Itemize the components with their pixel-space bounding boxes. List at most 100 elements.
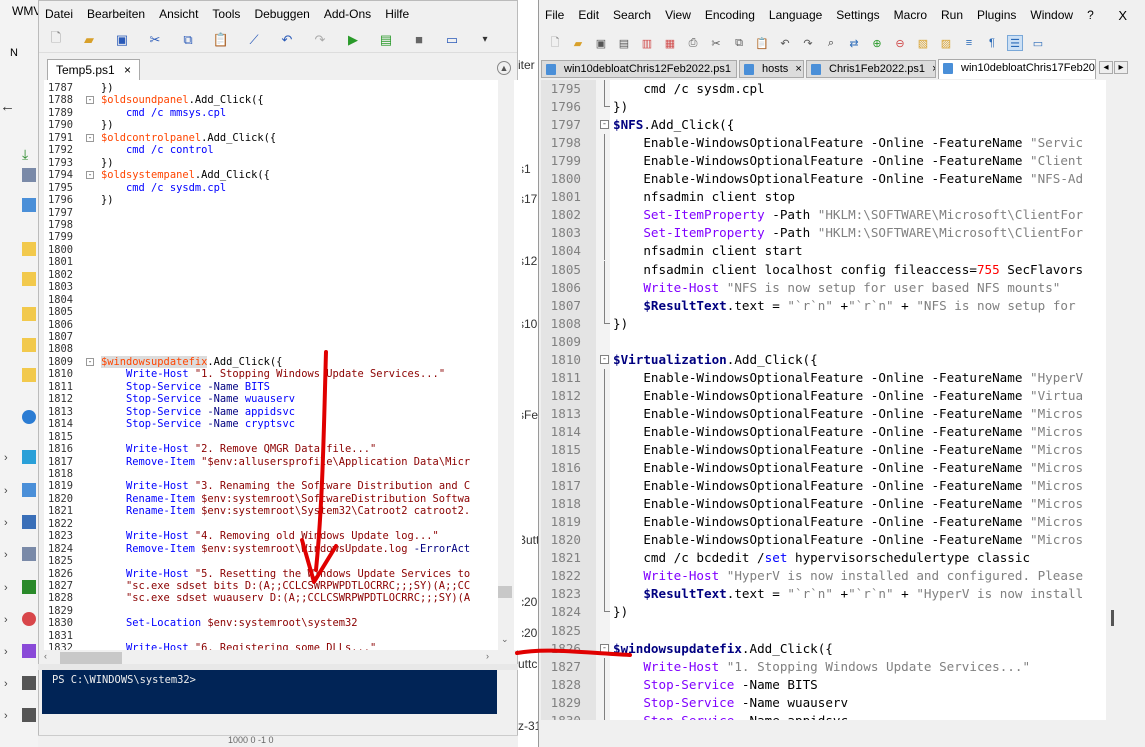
chevron-right-icon[interactable]: › (4, 614, 8, 626)
npp-code-editor[interactable]: 1795 cmd /c sysdm.cpl 1796}) 1797- $NFS.Add… (541, 80, 1106, 720)
sync-vertical-icon[interactable]: ▧ (915, 35, 931, 51)
npp-code-line[interactable]: 1798 Enable-WindowsOptionalFeature -Onli… (541, 134, 1106, 153)
collapse-region-icon[interactable]: - (86, 96, 94, 105)
ise-console[interactable]: PS C:\WINDOWS\system32> (42, 670, 497, 714)
find-icon[interactable]: ⌕ (823, 35, 839, 51)
folder-icon[interactable] (22, 338, 36, 352)
ise-code-line[interactable]: 1791 - $oldcontrolpanel.Add_Click({ (44, 132, 498, 144)
ise-code-line[interactable]: 1813 Stop-Service -Name appidsvc (44, 406, 498, 418)
npp-code-line[interactable]: 1828 Stop-Service -Name BITS (541, 675, 1106, 694)
folder-icon[interactable] (22, 242, 36, 256)
npp-code-line[interactable]: 1830 Stop-Service -Name appidsvc (541, 711, 1106, 720)
ise-code-line[interactable]: 1823 Write-Host "4. Removing old Windows… (44, 530, 498, 542)
menu-ansicht[interactable]: Ansicht (159, 7, 198, 21)
console-scrollbar[interactable] (497, 670, 517, 714)
ise-code-line[interactable]: 1812 Stop-Service -Name wuauserv (44, 393, 498, 405)
npp-code-line[interactable]: 1801 nfsadmin client stop (541, 188, 1106, 207)
print-icon[interactable]: ⎙ (685, 35, 701, 51)
chevron-right-icon[interactable]: › (4, 485, 8, 497)
menu-add-ons[interactable]: Add-Ons (324, 7, 371, 21)
menu-file[interactable]: File (545, 8, 564, 22)
ise-code-line[interactable]: 1789 cmd /c mmsys.cpl (44, 107, 498, 119)
new-file-icon[interactable]: 🗋 (47, 30, 65, 48)
npp-code-line[interactable]: 1797 - $NFS.Add_Click({ (541, 116, 1106, 134)
ise-code-line[interactable]: 1831 (44, 630, 498, 642)
chevron-right-icon[interactable]: › (4, 452, 8, 464)
ise-code-line[interactable]: 1803 (44, 281, 498, 293)
tab-win10debloatchris17feb2022[interactable]: win10debloatChris17Feb2022. (938, 59, 1096, 79)
npp-code-line[interactable]: 1795 cmd /c sysdm.cpl (541, 80, 1106, 98)
overflow-icon[interactable]: ▾ (476, 32, 494, 48)
ise-code-line[interactable]: 1790}) (44, 119, 498, 131)
ise-code-line[interactable]: 1788 - $oldsoundpanel.Add_Click({ (44, 94, 498, 106)
drive-icon[interactable] (22, 708, 36, 722)
sync-horizontal-icon[interactable]: ▨ (938, 35, 954, 51)
ise-vertical-scrollbar[interactable] (498, 80, 514, 650)
npp-code-line[interactable]: 1822 Write-Host "HyperV is now installed… (541, 567, 1106, 586)
redo-icon[interactable]: ↷ (311, 32, 329, 48)
ise-code-line[interactable]: 1787}) (44, 82, 498, 94)
npp-code-line[interactable]: 1807 $ResultText.text = "`r`n" +"`r`n" +… (541, 296, 1106, 315)
ise-code-line[interactable]: 1799 (44, 231, 498, 243)
ise-code-line[interactable]: 1801 (44, 256, 498, 268)
folder-icon[interactable] (22, 368, 36, 382)
ise-code-line[interactable]: 1795 cmd /c sysdm.cpl (44, 182, 498, 194)
save-icon[interactable]: ▣ (593, 35, 609, 51)
replace-icon[interactable]: ⇄ (846, 35, 862, 51)
ise-script-editor[interactable]: 1787}) 1788- $oldsoundpanel.Add_Click({178… (44, 80, 522, 650)
ise-vertical-scroll-thumb[interactable] (498, 586, 512, 598)
collapse-icon[interactable]: ▲ (497, 61, 511, 75)
menu-plugins[interactable]: Plugins (977, 8, 1016, 22)
npp-code-line[interactable]: 1810 - $Virtualization.Add_Click({ (541, 351, 1106, 369)
ise-code-line[interactable]: 1810 Write-Host "1. Stopping Windows Upd… (44, 368, 498, 380)
close-icon[interactable]: × (795, 63, 801, 75)
npp-code-line[interactable]: 1799 Enable-WindowsOptionalFeature -Onli… (541, 152, 1106, 171)
menu-edit[interactable]: Edit (578, 8, 599, 22)
npp-code-line[interactable]: 1803 Set-ItemProperty -Path "HKLM:\SOFTW… (541, 224, 1106, 243)
ise-code-line[interactable]: 1832 Write-Host "6. Registering some DLL… (44, 642, 498, 650)
folder-icon[interactable] (22, 307, 36, 321)
tab-scroll-right-icon[interactable]: ▸ (1114, 61, 1128, 74)
ise-code-line[interactable]: 1818 (44, 468, 498, 480)
npp-code-line[interactable]: 1829 Stop-Service -Name wuauserv (541, 693, 1106, 712)
desktop-icon[interactable] (22, 515, 36, 529)
npp-code-line[interactable]: 1819 Enable-WindowsOptionalFeature -Onli… (541, 513, 1106, 532)
chevron-right-icon[interactable]: › (4, 582, 8, 594)
ise-code-line[interactable]: 1808 (44, 343, 498, 355)
scroll-down-icon[interactable]: ⌄ (501, 634, 509, 645)
ise-code-line[interactable]: 1814 Stop-Service -Name cryptsvc (44, 418, 498, 430)
menu-window[interactable]: Window (1030, 8, 1073, 22)
fold-toggle-icon[interactable]: - (600, 354, 609, 364)
indent-guide-icon[interactable]: ☰ (1007, 35, 1023, 51)
npp-code-line[interactable]: 1806 Write-Host "NFS is now setup for us… (541, 278, 1106, 297)
tab-scroll-left-icon[interactable]: ◂ (1099, 61, 1113, 74)
collapse-region-icon[interactable]: - (86, 171, 94, 180)
zoom-out-icon[interactable]: ⊖ (892, 35, 908, 51)
ise-code-line[interactable]: 1821 Rename-Item $env:systemroot\System3… (44, 505, 498, 517)
copy-icon[interactable]: ⧉ (731, 35, 747, 51)
npp-code-line[interactable]: 1825 (541, 622, 1106, 640)
document-icon[interactable] (22, 168, 36, 182)
zoom-in-icon[interactable]: ⊕ (869, 35, 885, 51)
ise-code-line[interactable]: 1822 (44, 518, 498, 530)
download-icon[interactable] (22, 580, 36, 594)
ise-code-line[interactable]: 1825 (44, 555, 498, 567)
menu-run[interactable]: Run (941, 8, 963, 22)
menu-macro[interactable]: Macro (894, 8, 927, 22)
menu-language[interactable]: Language (769, 8, 822, 22)
npp-code-line[interactable]: 1805 nfsadmin client localhost config fi… (541, 260, 1106, 279)
chevron-right-icon[interactable]: › (4, 517, 8, 529)
npp-code-line[interactable]: 1796}) (541, 98, 1106, 116)
open-folder-icon[interactable]: ▰ (570, 35, 586, 51)
npp-code-line[interactable]: 1813 Enable-WindowsOptionalFeature -Onli… (541, 404, 1106, 423)
back-arrow-icon[interactable]: ← (0, 98, 15, 115)
npp-scroll-thumb[interactable] (1111, 610, 1114, 626)
npp-code-line[interactable]: 1802 Set-ItemProperty -Path "HKLM:\SOFTW… (541, 206, 1106, 225)
close-icon[interactable]: × (932, 63, 935, 75)
close-window-icon[interactable]: X (1118, 8, 1127, 23)
menu-debuggen[interactable]: Debuggen (254, 7, 309, 21)
ise-code-line[interactable]: 1797 (44, 207, 498, 219)
menu-tools[interactable]: Tools (212, 7, 240, 21)
ise-code-line[interactable]: 1830 Set-Location $env:systemroot\system… (44, 617, 498, 629)
redo-icon[interactable]: ↷ (800, 35, 816, 51)
